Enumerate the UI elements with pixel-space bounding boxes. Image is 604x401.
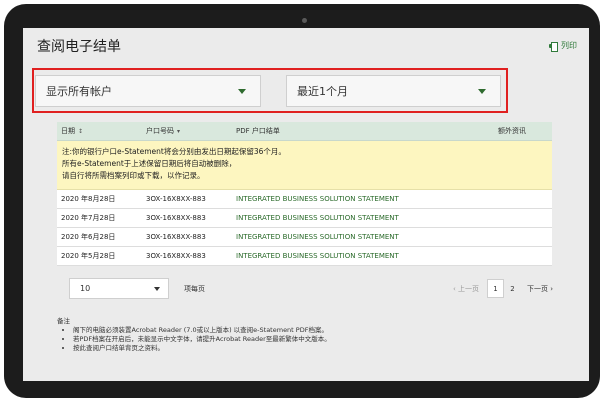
column-header-date[interactable]: 日期 ↕ [57,126,142,136]
row-date: 2020 年5月28日 [61,252,116,260]
row-account: 3OX-16X8XX-883 [146,195,206,203]
table-header: 日期 ↕ 户口号码 ▾ PDF 户口结单 额外资讯 [57,122,552,141]
period-select[interactable]: 最近1个月 [286,75,501,107]
notice-line: 注:你的银行户口e-Statement将会分别由发出日期起保留36个月。 [62,147,286,156]
column-header-extra: 额外资讯 [498,127,526,135]
statement-link[interactable]: INTEGRATED BUSINESS SOLUTION STATEMENT [232,214,494,222]
sort-icon: ↕ [78,127,84,135]
chevron-down-icon [154,286,160,291]
row-date: 2020 年7月28日 [61,214,116,222]
retention-notice: 注:你的银行户口e-Statement将会分别由发出日期起保留36个月。 所有e… [57,141,552,190]
column-header-account-label: 户口号码 [146,127,174,135]
table-row: 2020 年5月28日 3OX-16X8XX-883 INTEGRATED BU… [57,247,552,266]
page-button-1[interactable]: 1 [486,279,504,298]
pagination-bar: 10 项每页 ‹ 上一页 1 2 下一页 › [69,278,553,300]
column-header-account[interactable]: 户口号码 ▾ [142,126,232,136]
note-item: 若PDF档案在开启后，未能显示中文字体，请提升Acrobat Reader至最新… [73,335,557,344]
account-select[interactable]: 显示所有帐户 [35,75,261,107]
column-header-pdf: PDF 户口结单 [236,127,280,135]
statement-link[interactable]: INTEGRATED BUSINESS SOLUTION STATEMENT [232,252,494,260]
notes-list: 阁下的电脑必须装置Acrobat Reader (7.0或以上版本) 以查阅e-… [73,326,557,353]
next-page-button[interactable]: 下一页 › [527,284,553,294]
camera [302,18,307,23]
notice-line: 所有e-Statement于上述保留日期后将自动被删除， [62,159,237,168]
device-frame: 查阅电子结单 列印 显示所有帐户 最近1个月 日期 ↕ 户口号码 ▾ PDF 户… [4,4,600,398]
prev-page-button[interactable]: ‹ 上一页 [453,284,479,294]
page-title: 查阅电子结单 [37,39,121,55]
row-account: 3OX-16X8XX-883 [146,233,206,241]
period-select-value: 最近1个月 [297,85,348,98]
row-account: 3OX-16X8XX-883 [146,214,206,222]
notice-line: 请自行将所需档案列印或下载，以作记录。 [62,171,205,180]
note-item-link[interactable]: 按此查阅户口结单背页之资料。 [73,344,557,353]
row-account: 3OX-16X8XX-883 [146,252,206,260]
screen: 查阅电子结单 列印 显示所有帐户 最近1个月 日期 ↕ 户口号码 ▾ PDF 户… [23,28,589,381]
printer-icon [549,41,558,52]
notes-section: 备注 阁下的电脑必须装置Acrobat Reader (7.0或以上版本) 以查… [57,317,557,353]
chevron-down-icon [238,88,246,94]
statement-table: 日期 ↕ 户口号码 ▾ PDF 户口结单 额外资讯 注:你的银行户口e-Stat… [57,122,552,266]
table-row: 2020 年8月28日 3OX-16X8XX-883 INTEGRATED BU… [57,190,552,209]
page-size-value: 10 [80,284,91,293]
pager: ‹ 上一页 1 2 下一页 › [453,278,553,299]
row-date: 2020 年6月28日 [61,233,116,241]
statement-link[interactable]: INTEGRATED BUSINESS SOLUTION STATEMENT [232,195,494,203]
notes-title: 备注 [57,317,70,325]
print-button[interactable]: 列印 [549,40,577,52]
table-row: 2020 年7月28日 3OX-16X8XX-883 INTEGRATED BU… [57,209,552,228]
page-size-select[interactable]: 10 [69,278,169,299]
column-header-date-label: 日期 [61,127,75,135]
print-label: 列印 [561,41,577,50]
per-page-label: 项每页 [184,285,205,293]
row-date: 2020 年8月28日 [61,195,116,203]
account-select-value: 显示所有帐户 [46,85,112,98]
page-button-2[interactable]: 2 [504,279,521,298]
note-item: 阁下的电脑必须装置Acrobat Reader (7.0或以上版本) 以查阅e-… [73,326,557,335]
statement-link[interactable]: INTEGRATED BUSINESS SOLUTION STATEMENT [232,233,494,241]
table-row: 2020 年6月28日 3OX-16X8XX-883 INTEGRATED BU… [57,228,552,247]
sort-down-icon: ▾ [177,127,181,135]
chevron-down-icon [478,88,486,94]
